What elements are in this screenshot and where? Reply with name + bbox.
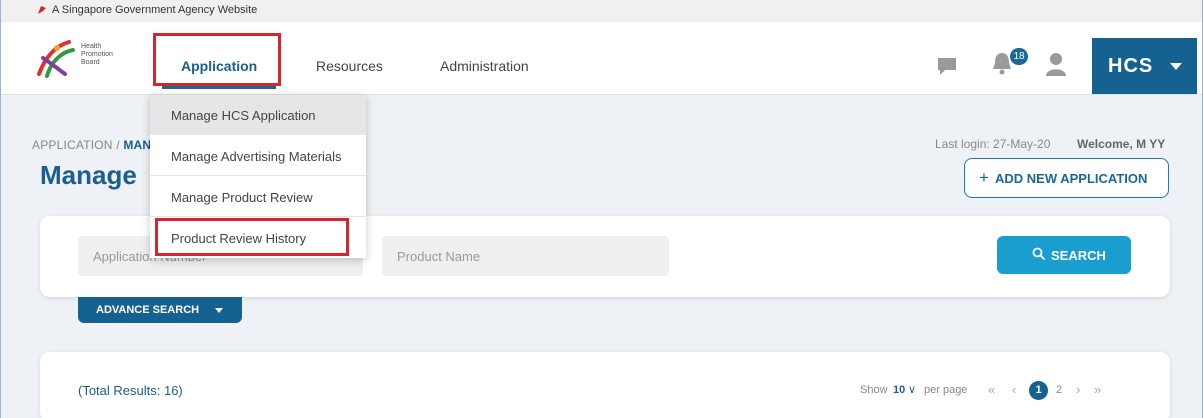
menu-item-manage-product-review[interactable]: Manage Product Review xyxy=(150,177,366,217)
user-icon[interactable] xyxy=(1045,52,1067,76)
singapore-lion-icon xyxy=(38,6,46,14)
search-icon xyxy=(1032,247,1045,260)
search-button-label: SEARCH xyxy=(1051,248,1106,263)
total-results-text: (Total Results: 16) xyxy=(78,383,183,398)
account-menu-button[interactable]: HCS xyxy=(1092,38,1197,94)
search-button[interactable]: SEARCH xyxy=(997,236,1131,274)
advance-search-label: ADVANCE SEARCH xyxy=(96,304,200,316)
notification-badge: 18 xyxy=(1010,48,1028,65)
prev-page-button[interactable]: ‹ xyxy=(1012,382,1016,397)
active-nav-underline xyxy=(162,86,276,89)
product-review-history-highlight-box xyxy=(155,218,349,256)
gov-banner: A Singapore Government Agency Website xyxy=(0,0,1203,22)
product-name-input[interactable]: Product Name xyxy=(382,236,669,276)
chevron-down-icon[interactable]: ∨ xyxy=(908,383,916,396)
plus-icon: + xyxy=(979,168,989,187)
results-card: (Total Results: 16) Show 10 ∨ per page «… xyxy=(40,352,1170,418)
hpb-logo[interactable]: Health Promotion Board xyxy=(35,38,125,80)
page-1-button[interactable]: 1 xyxy=(1029,381,1048,400)
nav-administration[interactable]: Administration xyxy=(440,58,529,74)
menu-item-label: Manage HCS Application xyxy=(171,108,316,123)
breadcrumb-root[interactable]: APPLICATION xyxy=(32,138,113,152)
product-name-placeholder: Product Name xyxy=(397,249,481,264)
page-2-button[interactable]: 2 xyxy=(1056,384,1062,396)
hpb-logo-text: Health Promotion Board xyxy=(81,43,113,66)
per-page-select[interactable]: 10 xyxy=(893,384,905,396)
account-label: HCS xyxy=(1108,55,1154,77)
gov-banner-text: A Singapore Government Agency Website xyxy=(52,4,258,16)
menu-item-manage-hcs-application[interactable]: Manage HCS Application xyxy=(150,95,366,135)
add-new-application-button[interactable]: + ADD NEW APPLICATION xyxy=(964,158,1169,198)
show-label: Show xyxy=(860,384,888,396)
breadcrumb-current: MAN xyxy=(123,138,152,152)
last-login-text: Last login: 27-May-20 xyxy=(935,137,1051,151)
hpb-logo-icon xyxy=(37,40,75,78)
menu-item-label: Manage Product Review xyxy=(171,190,313,205)
menu-item-label: Manage Advertising Materials xyxy=(171,149,342,164)
add-new-application-label: ADD NEW APPLICATION xyxy=(995,171,1148,186)
per-page-label: per page xyxy=(924,384,968,396)
page-title: Manage xyxy=(40,160,137,190)
last-page-button[interactable]: » xyxy=(1094,382,1101,397)
chevron-down-icon xyxy=(1170,63,1182,70)
breadcrumb: APPLICATION / MAN xyxy=(32,138,151,152)
chevron-down-icon xyxy=(215,308,223,313)
welcome-text: Welcome, M YY xyxy=(1077,137,1166,151)
next-page-button[interactable]: › xyxy=(1076,382,1080,397)
pagination: Show 10 ∨ per page « ‹ 1 2 › » xyxy=(860,381,1160,401)
first-page-button[interactable]: « xyxy=(988,382,995,397)
menu-item-manage-advertising-materials[interactable]: Manage Advertising Materials xyxy=(150,136,366,176)
application-highlight-box xyxy=(153,33,281,86)
nav-resources[interactable]: Resources xyxy=(316,58,383,74)
advance-search-button[interactable]: ADVANCE SEARCH xyxy=(78,297,242,323)
chat-icon[interactable] xyxy=(936,55,958,77)
breadcrumb-separator: / xyxy=(116,138,120,152)
